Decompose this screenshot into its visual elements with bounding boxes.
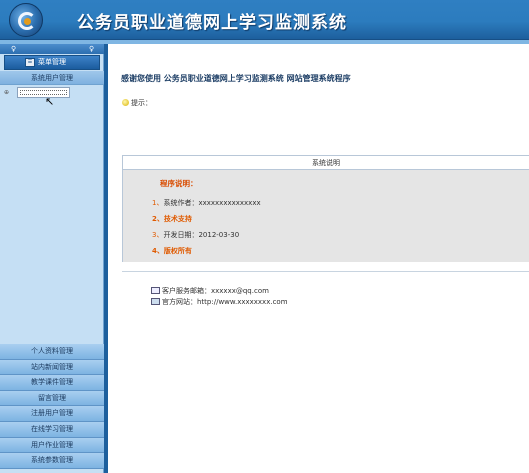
sidebar-item-online-study[interactable]: 在线学习管理	[0, 421, 104, 438]
info-item-author: 1、系统作者：xxxxxxxxxxxxxxx	[152, 199, 261, 207]
sidebar-item-courseware[interactable]: 教学课件管理	[0, 375, 104, 391]
menu-list-icon: ☰	[25, 58, 35, 67]
system-info-panel: 系统说明 程序说明： 1、系统作者：xxxxxxxxxxxxxxx 2、技术支持…	[122, 155, 529, 262]
program-info-title: 程序说明：	[160, 179, 198, 188]
panel-body: 程序说明： 1、系统作者：xxxxxxxxxxxxxxx 2、技术支持 3、开发…	[123, 170, 529, 262]
sidebar-item-profile[interactable]: 个人资料管理	[0, 344, 104, 360]
tip-line: 提示：	[122, 98, 152, 108]
main-content: 感谢您使用 公务员职业道德网上学习监测系统 网站管理系统程序 提示： 系统说明 …	[108, 44, 529, 473]
pin-icon[interactable]: ♀	[11, 45, 16, 53]
sidebar-subitem-link[interactable]	[17, 87, 70, 98]
sidebar-bottom-menu: 个人资料管理 站内新闻管理 教学课件管理 留言管理 注册用户管理 在线学习管理 …	[0, 344, 104, 469]
app-title: 公务员职业道德网上学习监测系统	[77, 13, 347, 33]
panel-header: 系统说明	[123, 156, 529, 170]
pin-icon[interactable]: ♀	[89, 45, 94, 53]
contact-email: 客户服务邮箱：xxxxxx@qq.com	[151, 286, 269, 296]
sidebar: ♀ ♀ ☰ 菜单管理 系统用户管理 ⊕ ↖ 个人资料管理 站内新闻管理 教学课件…	[0, 44, 104, 473]
info-item-support: 2、技术支持	[152, 215, 192, 223]
mouse-cursor-icon: ↖	[45, 95, 55, 108]
menu-title-label: 菜单管理	[38, 58, 66, 66]
info-item-copyright: 4、版权所有	[152, 247, 192, 255]
sidebar-item-settings[interactable]: 系统参数管理	[0, 453, 104, 469]
tip-label: 提示：	[131, 99, 152, 107]
info-item-date: 3、开发日期：2012-03-30	[152, 231, 240, 239]
divider-line	[122, 271, 529, 272]
sidebar-item-registered-users[interactable]: 注册用户管理	[0, 406, 104, 422]
sidebar-item-homework[interactable]: 用户作业管理	[0, 437, 104, 454]
contact-website[interactable]: 官方网站：http://www.xxxxxxxx.com	[151, 297, 288, 307]
app-header: 公务员职业道德网上学习监测系统	[0, 0, 529, 40]
lightbulb-icon	[122, 99, 129, 106]
bullet-icon: ⊕	[4, 89, 10, 96]
sidebar-top-bar: ♀ ♀	[0, 44, 104, 54]
sidebar-section-user-mgmt[interactable]: 系统用户管理	[0, 71, 104, 85]
menu-title-button[interactable]: ☰ 菜单管理	[4, 55, 100, 70]
sidebar-item-messages[interactable]: 留言管理	[0, 390, 104, 407]
welcome-text: 感谢您使用 公务员职业道德网上学习监测系统 网站管理系统程序	[121, 74, 351, 83]
sidebar-item-news[interactable]: 站内新闻管理	[0, 359, 104, 376]
mail-icon	[151, 287, 160, 294]
logo-icon	[9, 3, 43, 37]
website-icon	[151, 298, 160, 305]
